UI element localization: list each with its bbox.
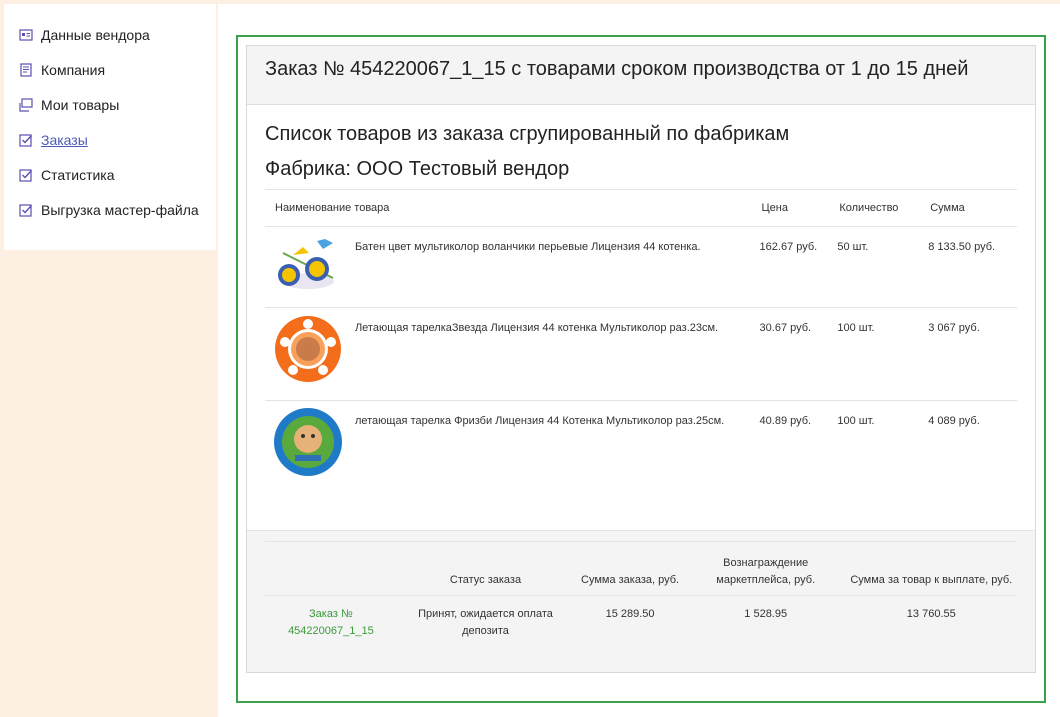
summary-row: Заказ № 454220067_1_15 Принят, ожидается… [265, 596, 1017, 641]
sidebar-item-label: Выгрузка мастер-файла [41, 201, 199, 218]
vendor-card-icon [18, 27, 33, 42]
product-image-blue-frisbee[interactable] [265, 401, 355, 497]
summary-header-total: Сумма заказа, руб. [574, 541, 686, 596]
product-price: 40.89 руб. [759, 415, 812, 427]
product-image-badminton-set[interactable] [265, 226, 355, 308]
marketplace-fee: 1 528.95 [744, 608, 788, 620]
product-name-link[interactable]: Летающая тарелкаЗвезда Лицензия 44 котен… [354, 307, 760, 401]
product-price: 30.67 руб. [759, 307, 838, 401]
column-header-sum: Сумма [928, 189, 1017, 227]
sidebar-item-orders[interactable]: Заказы [4, 122, 216, 157]
sidebar-item-my-products[interactable]: Мои товары [4, 87, 216, 122]
factory-title: Фабрика: ООО Тестовый вендор [265, 158, 570, 180]
column-header-qty: Количество [837, 189, 929, 227]
product-image-orange-disc[interactable] [265, 307, 355, 401]
sidebar-item-label: Данные вендора [41, 26, 150, 43]
order-frame: Заказ № 454220067_1_15 с товарами сроком… [236, 35, 1046, 703]
sidebar-item-label: Статистика [41, 166, 115, 183]
summary-header-order [265, 541, 397, 596]
sidebar-item-label: Компания [41, 61, 106, 78]
order-card: Заказ № 454220067_1_15 с товарами сроком… [246, 45, 1036, 673]
summary-table: Статус заказа Сумма заказа, руб. Вознагр… [265, 541, 1017, 640]
checkbox-icon [18, 167, 33, 182]
order-status: Принят, ожидается оплата депозита [418, 608, 553, 637]
column-header-name: Наименование товара [265, 189, 760, 227]
table-row: Батен цвет мультиколор воланчики перьевы… [265, 226, 1017, 308]
sidebar-item-label: Заказы [41, 131, 88, 148]
products-icon [18, 97, 33, 112]
table-row: Летающая тарелкаЗвезда Лицензия 44 котен… [265, 307, 1017, 401]
order-total: 15 289.50 [605, 608, 655, 620]
sidebar: Данные вендора Компания Мои товары Заказ… [4, 4, 216, 250]
column-header-price: Цена [759, 189, 838, 227]
table-row: летающая тарелка Фризби Лицензия 44 Коте… [265, 401, 1017, 497]
checkbox-icon [18, 202, 33, 217]
product-sum: 4 089 руб. [928, 415, 980, 427]
document-icon [18, 62, 33, 77]
product-price: 162.67 руб. [759, 226, 838, 308]
summary-header-fee: Вознаграждение маркетплейса, руб. [685, 541, 846, 596]
sidebar-item-vendor-data[interactable]: Данные вендора [4, 17, 216, 52]
items-table: Наименование товара Цена Количество Сумм… [265, 189, 1017, 497]
checkbox-icon [18, 132, 33, 147]
product-sum: 3 067 руб. [928, 307, 1017, 401]
sidebar-item-master-file-export[interactable]: Выгрузка мастер-файла [4, 192, 216, 227]
sidebar-item-company[interactable]: Компания [4, 52, 216, 87]
order-body: Список товаров из заказа сгрупированный … [247, 105, 1035, 497]
order-title: Заказ № 454220067_1_15 с товарами сроком… [247, 46, 1035, 105]
summary-header: Статус заказа Сумма заказа, руб. Вознагр… [265, 541, 1017, 596]
product-qty: 100 шт. [837, 415, 875, 427]
product-qty: 50 шт. [837, 226, 929, 308]
main-content: Заказ № 454220067_1_15 с товарами сроком… [218, 4, 1060, 717]
payout-amount: 13 760.55 [906, 608, 956, 620]
product-name-link[interactable]: Батен цвет мультиколор воланчики перьевы… [354, 226, 760, 308]
sidebar-item-label: Мои товары [41, 96, 120, 113]
product-name-link[interactable]: летающая тарелка Фризби Лицензия 44 Коте… [355, 401, 760, 497]
order-number-link[interactable]: Заказ № 454220067_1_15 [265, 596, 397, 641]
summary-header-status: Статус заказа [396, 541, 575, 596]
product-qty: 100 шт. [837, 307, 929, 401]
grouped-list-title: Список товаров из заказа сгрупированный … [265, 123, 790, 145]
sidebar-item-statistics[interactable]: Статистика [4, 157, 216, 192]
items-table-header: Наименование товара Цена Количество Сумм… [265, 189, 1017, 227]
order-summary: Статус заказа Сумма заказа, руб. Вознагр… [247, 530, 1035, 672]
product-sum: 8 133.50 руб. [928, 226, 1017, 308]
summary-header-payout: Сумма за товар к выплате, руб. [845, 541, 1017, 596]
